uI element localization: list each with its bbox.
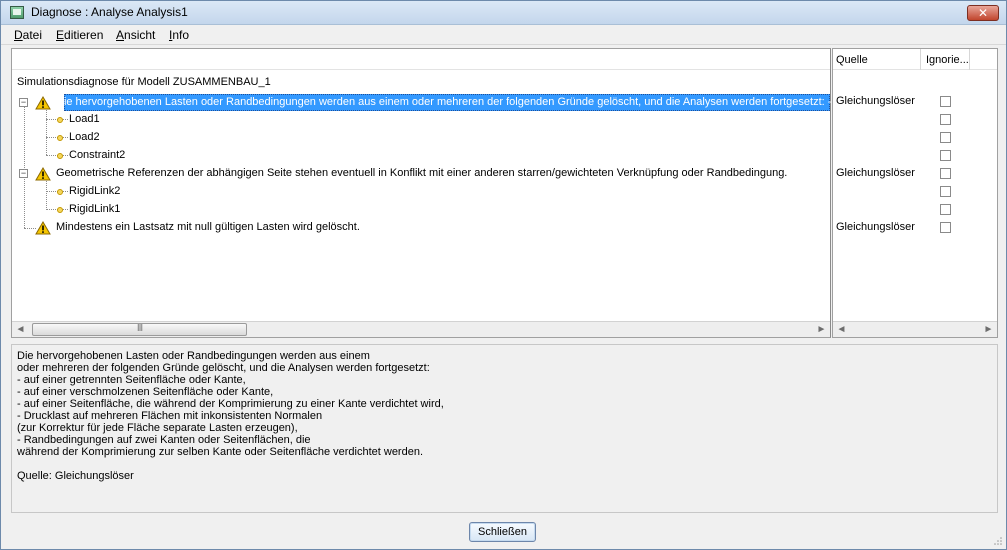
ignore-checkbox[interactable]	[940, 204, 951, 215]
diagnosis-description: Die hervorgehobenen Lasten oder Randbedi…	[11, 344, 998, 513]
rigid-link-icon	[57, 207, 63, 213]
resize-grip-icon[interactable]	[993, 536, 1003, 546]
description-line: - Drucklast auf mehreren Flächen mit ink…	[17, 410, 323, 422]
tree-group-item[interactable]: − Die hervorgehobenen Lasten oder Randbe…	[12, 94, 859, 112]
close-button[interactable]: Schließen	[469, 522, 536, 542]
scroll-left-arrow-icon[interactable]: ◄	[835, 323, 848, 336]
tree-group-item[interactable]: − Geometrische Referenzen der abhängigen…	[12, 165, 830, 183]
description-line: oder mehreren der folgenden Gründe gelös…	[17, 362, 430, 374]
tree-leaf-item[interactable]: RigidLink2	[12, 183, 830, 201]
load-icon	[57, 135, 63, 141]
collapse-icon[interactable]: −	[19, 98, 28, 107]
tree-group-text: Die hervorgehobenen Lasten oder Randbedi…	[56, 96, 859, 108]
ignore-checkbox[interactable]	[940, 132, 951, 143]
warning-icon	[35, 221, 51, 235]
description-source: Quelle: Gleichungslöser	[17, 470, 134, 482]
ignore-checkbox[interactable]	[940, 150, 951, 161]
tree-group-text: Geometrische Referenzen der abhängigen S…	[56, 167, 788, 179]
warning-icon	[35, 96, 51, 110]
diagnose-window: Diagnose : Analyse Analysis1 ✕ Datei Edi…	[0, 0, 1007, 550]
menu-datei-mnemonic: D	[14, 28, 23, 42]
tree-leaf-item[interactable]: Load2	[12, 129, 830, 147]
scroll-right-arrow-icon[interactable]: ►	[982, 323, 995, 336]
source-cell: Gleichungslöser	[836, 95, 915, 107]
description-line	[17, 458, 992, 470]
menu-ansicht[interactable]: Ansicht	[116, 28, 155, 42]
tree-horizontal-scrollbar[interactable]: ◄ III ►	[12, 321, 830, 337]
menu-ansicht-mnemonic: A	[116, 28, 125, 42]
scroll-right-arrow-icon[interactable]: ►	[815, 323, 828, 336]
menu-datei-label: atei	[22, 28, 43, 42]
window-titlebar[interactable]: Diagnose : Analyse Analysis1 ✕	[1, 1, 1006, 25]
close-window-button[interactable]: ✕	[967, 5, 999, 21]
description-line: während der Komprimierung zur selben Kan…	[17, 446, 424, 458]
description-line: - auf einer Seitenfläche, die während de…	[17, 398, 444, 410]
tree-group-item[interactable]: Mindestens ein Lastsatz mit null gültige…	[12, 219, 830, 237]
tree-header-band	[12, 49, 830, 70]
description-line: - auf einer verschmolzenen Seitenfläche …	[17, 386, 274, 398]
ignore-checkbox[interactable]	[940, 186, 951, 197]
application-icon	[10, 6, 24, 19]
ignore-checkbox[interactable]	[940, 222, 951, 233]
menu-editieren-mnemonic: E	[56, 28, 65, 42]
description-line: (zur Korrektur für jede Fläche separate …	[17, 422, 298, 434]
tree-leaf-label: Load1	[69, 113, 100, 125]
tree-leaf-label: Load2	[69, 131, 100, 143]
menu-datei[interactable]: Datei	[14, 28, 42, 42]
menu-info-label: nfo	[172, 28, 190, 42]
ignore-checkbox[interactable]	[940, 168, 951, 179]
tree-leaf-item[interactable]: RigidLink1	[12, 201, 830, 219]
description-line: - Randbedingungen auf zwei Kanten oder S…	[17, 434, 311, 446]
menu-ansicht-label: nsicht	[124, 28, 156, 42]
description-line: - auf einer getrennten Seitenfläche oder…	[17, 374, 246, 386]
ignore-checkbox[interactable]	[940, 114, 951, 125]
diagnostics-tree-pane[interactable]: Simulationsdiagnose für Modell ZUSAMMENB…	[11, 48, 859, 338]
menu-bar: Datei Editieren Ansicht Info	[1, 25, 1006, 45]
constraint-icon	[57, 153, 63, 159]
rigid-link-icon	[57, 189, 63, 195]
menu-info[interactable]: Info	[169, 28, 189, 42]
tree-root-label[interactable]: Simulationsdiagnose für Modell ZUSAMMENB…	[17, 76, 271, 88]
source-column-pane: Quelle Ignorie... Gleichungslöser Gleich…	[832, 48, 998, 338]
collapse-icon[interactable]: −	[19, 169, 28, 178]
column-header-source[interactable]: Quelle	[836, 54, 868, 66]
source-cell: Gleichungslöser	[836, 221, 915, 233]
load-icon	[57, 117, 63, 123]
column-divider[interactable]	[969, 49, 970, 70]
tree-leaf-label: Constraint2	[69, 149, 126, 161]
scroll-left-arrow-icon[interactable]: ◄	[14, 323, 27, 336]
menu-editieren-label: ditieren	[64, 28, 104, 42]
source-cell: Gleichungslöser	[836, 167, 915, 179]
tree-leaf-label: RigidLink2	[69, 185, 121, 197]
tree-group-text: Mindestens ein Lastsatz mit null gültige…	[56, 221, 360, 233]
tree-leaf-item[interactable]: Load1	[12, 111, 830, 129]
tree-leaf-label: RigidLink1	[69, 203, 121, 215]
side-horizontal-scrollbar[interactable]: ◄ ►	[833, 321, 997, 337]
warning-icon	[35, 167, 51, 181]
scroll-thumb[interactable]: III	[32, 323, 247, 336]
column-header-ignore[interactable]: Ignorie...	[926, 54, 969, 66]
tree-leaf-item[interactable]: Constraint2	[12, 147, 830, 165]
description-line: Die hervorgehobenen Lasten oder Randbedi…	[17, 350, 370, 362]
menu-editieren[interactable]: Editieren	[56, 28, 103, 42]
column-divider[interactable]	[920, 49, 921, 70]
window-title: Diagnose : Analyse Analysis1	[31, 5, 188, 19]
ignore-checkbox[interactable]	[940, 96, 951, 107]
